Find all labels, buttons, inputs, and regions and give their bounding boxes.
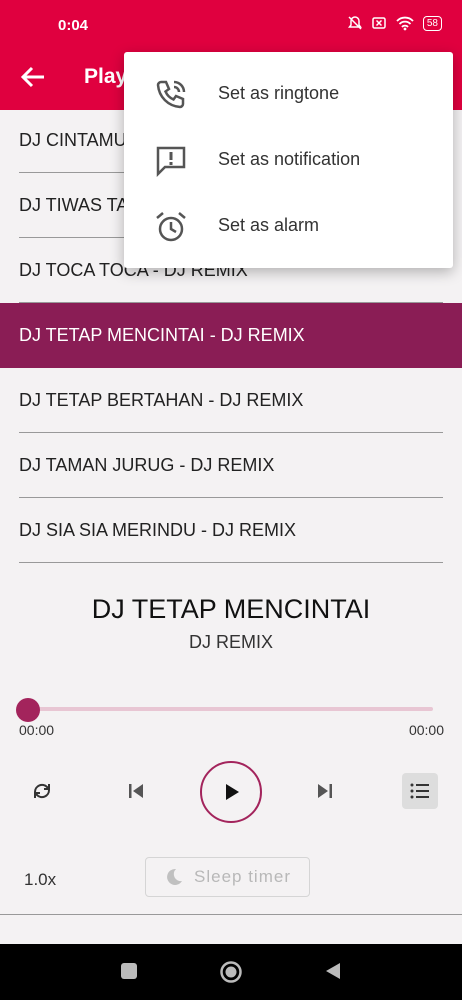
playlist-item-label: DJ TETAP MENCINTAI - DJ REMIX <box>19 325 305 345</box>
divider <box>19 562 443 563</box>
play-button[interactable] <box>200 761 262 823</box>
playlist-item-label: DJ SIA SIA MERINDU - DJ REMIX <box>19 520 297 540</box>
playlist-item[interactable]: DJ TETAP BERTAHAN - DJ REMIX <box>0 368 462 433</box>
sleep-timer-button[interactable]: Sleep timer <box>145 857 310 897</box>
now-playing-title: DJ TETAP MENCINTAI <box>91 594 371 624</box>
notification-icon <box>156 146 186 178</box>
status-icons: 58 <box>347 15 442 31</box>
play-icon <box>226 784 239 800</box>
playlist-item-label: DJ TETAP BERTAHAN - DJ REMIX <box>19 390 304 410</box>
home-icon[interactable] <box>219 960 243 984</box>
menu-item-set-alarm[interactable]: Set as alarm <box>124 193 453 259</box>
playlist-item[interactable]: DJ SIA SIA MERINDU - DJ REMIX <box>0 498 462 563</box>
seek-bar-track[interactable] <box>28 707 433 711</box>
seek-bar-thumb[interactable] <box>16 698 40 722</box>
playlist-item[interactable]: DJ TAMAN JURUG - DJ REMIX <box>0 433 462 498</box>
playback-speed[interactable]: 1.0x <box>24 870 56 890</box>
context-menu: Set as ringtone Set as notification Set … <box>124 52 453 268</box>
repeat-icon <box>33 783 51 799</box>
system-nav-bar <box>0 944 462 1000</box>
status-bar: 0:04 58 <box>0 0 462 44</box>
menu-item-label: Set as alarm <box>218 215 320 235</box>
status-time: 0:04 <box>58 17 89 34</box>
current-time: 00:00 <box>19 722 55 738</box>
next-button[interactable] <box>311 777 339 805</box>
menu-item-set-notification[interactable]: Set as notification <box>124 127 453 193</box>
wifi-icon <box>396 16 414 31</box>
no-sim-icon <box>372 17 386 29</box>
playlist-item-label: DJ TAMAN JURUG - DJ REMIX <box>19 455 275 475</box>
list-icon <box>410 783 429 799</box>
now-playing-artist: DJ REMIX <box>188 632 273 652</box>
skip-next-icon <box>318 784 332 798</box>
playlist-item-selected[interactable]: DJ TETAP MENCINTAI - DJ REMIX <box>0 303 462 368</box>
menu-item-label: Set as ringtone <box>218 83 340 103</box>
previous-button[interactable] <box>122 777 150 805</box>
total-time: 00:00 <box>408 722 444 738</box>
repeat-button[interactable] <box>28 777 56 805</box>
menu-item-set-ringtone[interactable]: Set as ringtone <box>124 61 453 127</box>
back-nav-icon[interactable] <box>322 960 344 982</box>
skip-previous-icon <box>129 784 143 798</box>
phone-ringing-icon <box>156 80 186 109</box>
moon-icon <box>167 868 182 885</box>
alarm-icon <box>156 212 186 242</box>
queue-button[interactable] <box>402 773 438 809</box>
bell-muted-icon <box>347 16 362 30</box>
divider <box>0 914 462 915</box>
sleep-timer-label: Sleep timer <box>194 867 291 886</box>
back-arrow-icon[interactable] <box>18 62 48 92</box>
battery-indicator: 58 <box>422 15 442 31</box>
menu-item-label: Set as notification <box>218 149 361 169</box>
recents-icon[interactable] <box>118 960 140 982</box>
